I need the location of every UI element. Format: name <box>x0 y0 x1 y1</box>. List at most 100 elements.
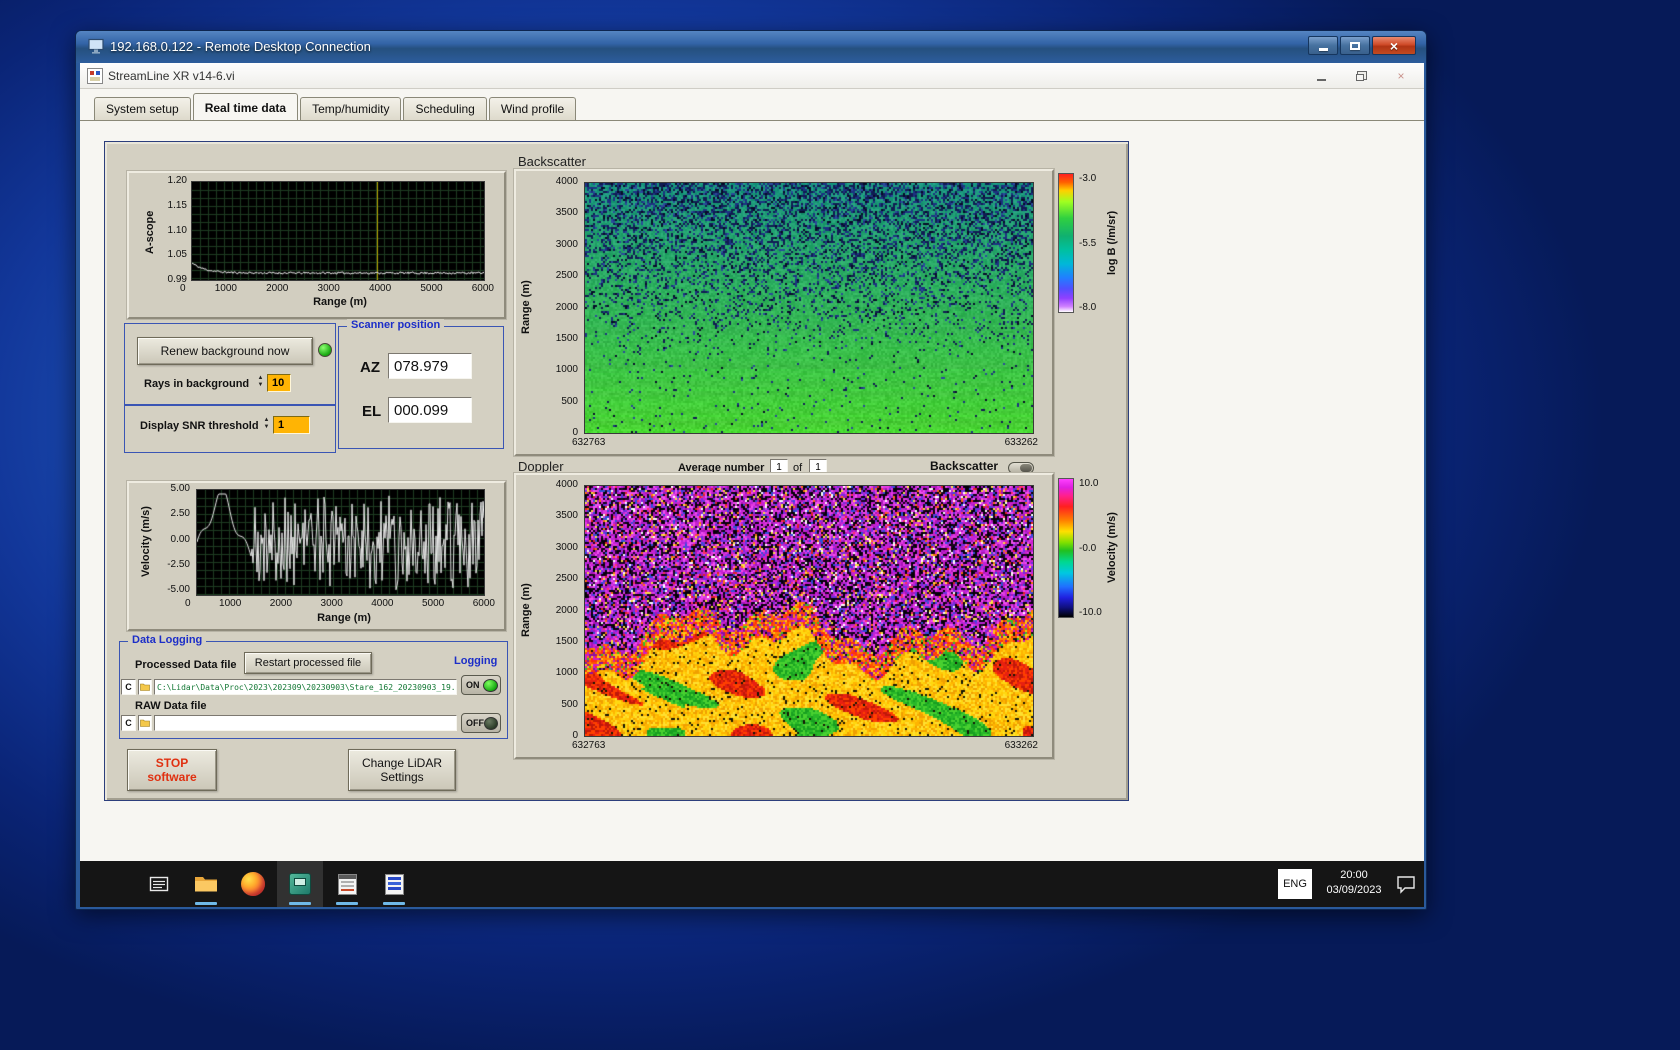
folder-icon <box>140 683 150 691</box>
open-app-indicator <box>383 902 405 905</box>
el-value-field[interactable]: 000.099 <box>388 397 472 423</box>
el-label: EL <box>362 403 381 420</box>
tick-label: -0.0 <box>1079 543 1102 554</box>
notification-center-icon[interactable] <box>1396 874 1417 894</box>
velocity-graph <box>196 489 485 596</box>
processed-browse-icon[interactable] <box>138 679 152 695</box>
rays-value: 10 <box>272 377 284 389</box>
stop-software-label: STOP software <box>147 756 196 784</box>
tick-label: 4000 <box>371 598 393 609</box>
tick-label: 500 <box>561 396 578 407</box>
az-value-field[interactable]: 078.979 <box>388 353 472 379</box>
tick-label: 1000 <box>215 283 237 294</box>
velocity-x-axis-label: Range (m) <box>289 612 399 624</box>
taskbar-clock[interactable]: 20:00 03/09/2023 <box>1314 868 1394 898</box>
close-icon: × <box>1390 38 1398 54</box>
file-explorer-button[interactable] <box>183 861 229 907</box>
scan-scheduler-button[interactable] <box>324 861 370 907</box>
tick-label: 0 <box>180 283 186 294</box>
tick-label: 5000 <box>422 598 444 609</box>
doppler-heatmap <box>584 485 1034 737</box>
rays-value-field[interactable]: 10 <box>267 374 291 392</box>
spin-down-icon[interactable]: ▼ <box>264 424 270 431</box>
raw-browse-icon[interactable] <box>138 715 152 731</box>
rays-spinner[interactable]: ▲▼ <box>256 375 265 389</box>
app-close-button[interactable]: × <box>1388 67 1414 85</box>
raw-logging-toggle[interactable]: OFF <box>461 713 501 733</box>
ascope-x-axis-label: Range (m) <box>285 296 395 308</box>
document-app-button[interactable] <box>371 861 417 907</box>
open-app-indicator <box>195 902 217 905</box>
doppler-y-ticks: 40003500300025002000150010005000 <box>540 479 578 741</box>
tab-system-setup[interactable]: System setup <box>94 97 191 120</box>
task-view-icon <box>148 873 170 895</box>
doppler-colorbar <box>1058 478 1074 618</box>
ascope-x-ticks: 0100020003000400050006000 <box>180 283 494 294</box>
maximize-icon <box>1350 42 1360 50</box>
close-button[interactable]: × <box>1372 36 1416 55</box>
task-view-button[interactable] <box>136 861 182 907</box>
toggle-knob-on <box>483 679 498 692</box>
tab-real-time-data[interactable]: Real time data <box>193 93 298 121</box>
app-window-title: StreamLine XR v14-6.vi <box>108 69 235 83</box>
tab-temp-humidity[interactable]: Temp/humidity <box>300 97 401 120</box>
snr-value-field[interactable]: 1 <box>273 416 310 434</box>
raw-path-field[interactable] <box>154 715 457 731</box>
tick-label: 1000 <box>556 364 578 375</box>
processed-path-field[interactable]: C:\Lidar\Data\Proc\2023\202309\20230903\… <box>154 679 457 695</box>
backscatter-x-ticks: 632763 633262 <box>572 437 1038 448</box>
raw-drive-chip[interactable]: C <box>121 715 136 731</box>
average-total-value: 1 <box>815 462 821 473</box>
folder-icon <box>140 719 150 727</box>
backscatter-toggle-label: Backscatter <box>930 459 998 473</box>
snr-threshold-label: Display SNR threshold <box>140 420 259 432</box>
tab-wind-profile[interactable]: Wind profile <box>489 97 576 120</box>
restart-processed-file-label: Restart processed file <box>255 657 361 669</box>
tick-label: 632763 <box>572 740 605 751</box>
rdp-computer-icon <box>88 38 105 55</box>
language-indicator[interactable]: ENG <box>1278 869 1312 899</box>
backscatter-colorbar-label: log B (/m/sr) <box>1106 193 1118 293</box>
firefox-button[interactable] <box>230 861 276 907</box>
renew-background-label: Renew background now <box>161 344 290 358</box>
app-minimize-button[interactable] <box>1308 67 1334 85</box>
tick-label: 2.50 <box>171 508 190 519</box>
tick-label: 4000 <box>369 283 391 294</box>
desktop: 192.168.0.122 - Remote Desktop Connectio… <box>0 0 1680 1050</box>
scan-scheduler-icon <box>338 874 357 895</box>
app-titlebar[interactable]: StreamLine XR v14-6.vi × <box>80 63 1424 89</box>
backscatter-colorbar <box>1058 173 1074 313</box>
change-lidar-settings-button[interactable]: Change LiDAR Settings <box>348 749 456 791</box>
rdp-titlebar[interactable]: 192.168.0.122 - Remote Desktop Connectio… <box>76 31 1426 63</box>
app-restore-button[interactable] <box>1348 67 1374 85</box>
tick-label: -2.50 <box>167 559 190 570</box>
az-value: 078.979 <box>394 358 448 375</box>
tick-label: 1000 <box>219 598 241 609</box>
stop-software-button[interactable]: STOP software <box>127 749 217 791</box>
data-logging-title: Data Logging <box>128 634 206 646</box>
spin-up-icon[interactable]: ▲ <box>264 417 270 424</box>
clock-time: 20:00 <box>1314 868 1394 883</box>
minimize-button[interactable] <box>1308 36 1338 55</box>
clock-date: 03/09/2023 <box>1314 883 1394 898</box>
maximize-button[interactable] <box>1340 36 1370 55</box>
renew-background-button[interactable]: Renew background now <box>137 337 313 365</box>
tab-scheduling[interactable]: Scheduling <box>403 97 486 120</box>
scanner-position-title: Scanner position <box>347 319 444 331</box>
streamline-app-button[interactable] <box>277 861 323 907</box>
remote-desktop-screen: StreamLine XR v14-6.vi × System setupRea… <box>80 63 1424 907</box>
processed-logging-toggle[interactable]: ON <box>461 675 501 695</box>
restart-processed-file-button[interactable]: Restart processed file <box>244 652 372 674</box>
file-explorer-icon <box>194 874 218 894</box>
processed-drive-chip[interactable]: C <box>121 679 136 695</box>
backscatter-colorbar-ticks: -3.0-5.5-8.0 <box>1079 173 1096 313</box>
taskbar: ENG 20:00 03/09/2023 <box>80 861 1424 907</box>
toggle-knob-off <box>484 717 498 730</box>
spin-up-icon[interactable]: ▲ <box>258 375 264 382</box>
velocity-x-ticks: 0100020003000400050006000 <box>185 598 495 609</box>
spin-down-icon[interactable]: ▼ <box>258 382 264 389</box>
tick-label: 2500 <box>556 270 578 281</box>
snr-spinner[interactable]: ▲▼ <box>262 417 271 431</box>
tick-label: -8.0 <box>1079 302 1096 313</box>
backscatter-y-axis-label: Range (m) <box>520 257 532 357</box>
